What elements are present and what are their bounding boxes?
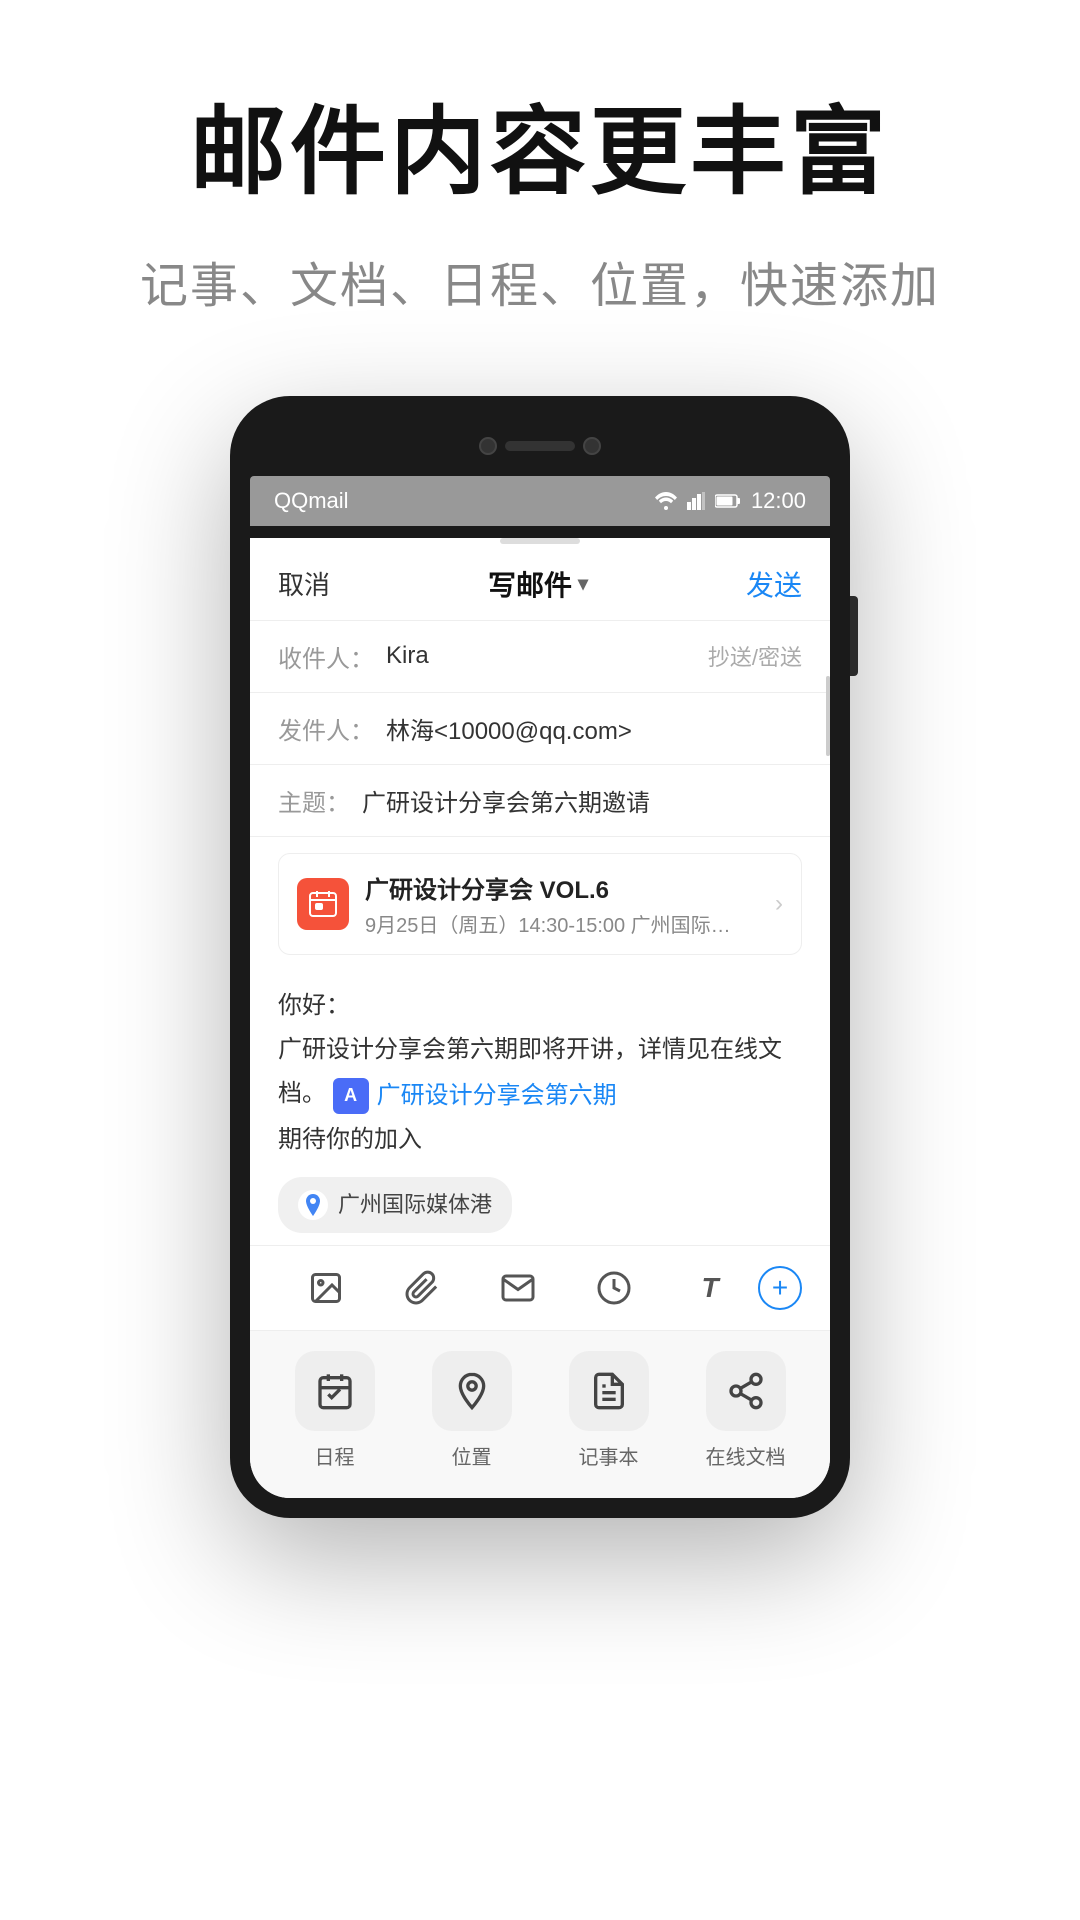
location-label: 位置 [452, 1441, 492, 1470]
hero-title: 邮件内容更丰富 [60, 100, 1020, 206]
schedule-label: 日程 [315, 1441, 355, 1470]
calendar-icon [297, 878, 349, 930]
clock-icon [596, 1270, 632, 1306]
image-icon [308, 1270, 344, 1306]
calendar-attachment[interactable]: 广研设计分享会 VOL.6 9月25日（周五）14:30-15:00 广州国际…… [278, 853, 802, 955]
plus-icon: + [772, 1272, 788, 1304]
more-options-button[interactable]: + [758, 1266, 802, 1310]
calendar-title: 广研设计分享会 VOL.6 [365, 870, 759, 905]
location-map-icon [452, 1371, 492, 1411]
location-pill[interactable]: 广州国际媒体港 [278, 1177, 512, 1232]
doc-link[interactable]: A 广研设计分享会第六期 [333, 1077, 617, 1115]
phone-mockup: QQmail [230, 396, 850, 1518]
location-pin-icon [298, 1190, 328, 1220]
schedule-action[interactable]: 日程 [295, 1351, 375, 1470]
location-container: 广州国际媒体港 [278, 1165, 802, 1232]
phone-camera [479, 437, 497, 455]
subject-label: 主题： [278, 783, 350, 818]
email-line1: 广研设计分享会第六期即将开讲，详情见在线文 [278, 1031, 802, 1069]
email-compose: 取消 写邮件 ▾ 发送 收件人： Kira 抄送/密送 发件人： 林海<10 [250, 538, 830, 1498]
cancel-button[interactable]: 取消 [278, 565, 330, 602]
notes-label: 记事本 [579, 1441, 639, 1470]
location-icon-wrap [432, 1351, 512, 1431]
phone-camera-2 [583, 437, 601, 455]
hero-section: 邮件内容更丰富 记事、文档、日程、位置，快速添加 [0, 0, 1080, 376]
phone-camera-area [479, 437, 601, 455]
status-app-name: QQmail [274, 488, 349, 514]
recipient-value: Kira [386, 642, 708, 670]
phone-top-bar [250, 416, 830, 476]
timer-toolbar-button[interactable] [566, 1262, 662, 1314]
compose-nav: 取消 写邮件 ▾ 发送 [250, 544, 830, 621]
battery-icon [715, 494, 741, 508]
text-format-toolbar-button[interactable]: T [662, 1262, 758, 1314]
compose-title: 写邮件 ▾ [488, 564, 588, 604]
doc-icon: A [333, 1078, 369, 1114]
email-greeting: 你好： [278, 987, 802, 1025]
notes-action[interactable]: 记事本 [569, 1351, 649, 1470]
status-time: 12:00 [751, 488, 806, 514]
calendar-info: 广研设计分享会 VOL.6 9月25日（周五）14:30-15:00 广州国际… [365, 870, 759, 938]
phone-side-button [850, 596, 858, 676]
calendar-chevron-right-icon: › [775, 890, 783, 918]
email-body[interactable]: 你好： 广研设计分享会第六期即将开讲，详情见在线文 档。 A 广研设计分享会第六… [250, 971, 830, 1245]
cc-button[interactable]: 抄送/密送 [708, 640, 802, 672]
status-icons: 12:00 [655, 488, 806, 514]
calendar-detail: 9月25日（周五）14:30-15:00 广州国际… [365, 909, 759, 938]
recipient-label: 收件人： [278, 639, 374, 674]
onlinedoc-label: 在线文档 [706, 1441, 786, 1470]
compose-toolbar: T + [250, 1245, 830, 1330]
wifi-icon [655, 492, 677, 510]
bottom-actions: 日程 位置 [250, 1330, 830, 1498]
recipient-field[interactable]: 收件人： Kira 抄送/密送 [250, 621, 830, 693]
dropdown-arrow-icon: ▾ [578, 571, 588, 596]
text-format-icon: T [701, 1272, 718, 1304]
doc-link-text: 广研设计分享会第六期 [377, 1077, 617, 1115]
email-toolbar-button[interactable] [470, 1262, 566, 1314]
schedule-calendar-icon [315, 1371, 355, 1411]
envelope-icon [500, 1270, 536, 1306]
location-text: 广州国际媒体港 [338, 1187, 492, 1222]
notes-document-icon [589, 1371, 629, 1411]
onlinedoc-share-icon [726, 1371, 766, 1411]
email-line2: 档。 A 广研设计分享会第六期 [278, 1075, 802, 1115]
send-button[interactable]: 发送 [746, 564, 802, 604]
location-action[interactable]: 位置 [432, 1351, 512, 1470]
onlinedoc-icon-wrap [706, 1351, 786, 1431]
phone-section: QQmail [230, 376, 850, 1920]
page-container: 邮件内容更丰富 记事、文档、日程、位置，快速添加 QQmail [0, 0, 1080, 1920]
sender-value: 林海<10000@qq.com> [386, 711, 802, 746]
image-toolbar-button[interactable] [278, 1262, 374, 1314]
attachment-toolbar-button[interactable] [374, 1262, 470, 1314]
subject-field[interactable]: 主题： 广研设计分享会第六期邀请 [250, 765, 830, 837]
sender-label: 发件人： [278, 711, 374, 746]
status-bar: QQmail [250, 476, 830, 526]
email-line3: 期待你的加入 [278, 1121, 802, 1159]
subject-value: 广研设计分享会第六期邀请 [362, 783, 802, 818]
phone-speaker [505, 441, 575, 451]
signal-icon [687, 492, 705, 510]
schedule-icon-wrap [295, 1351, 375, 1431]
scrollbar[interactable] [826, 676, 830, 756]
onlinedoc-action[interactable]: 在线文档 [706, 1351, 786, 1470]
notes-icon-wrap [569, 1351, 649, 1431]
hero-subtitle: 记事、文档、日程、位置，快速添加 [60, 246, 1020, 316]
sender-field[interactable]: 发件人： 林海<10000@qq.com> [250, 693, 830, 765]
attachment-icon [404, 1270, 440, 1306]
